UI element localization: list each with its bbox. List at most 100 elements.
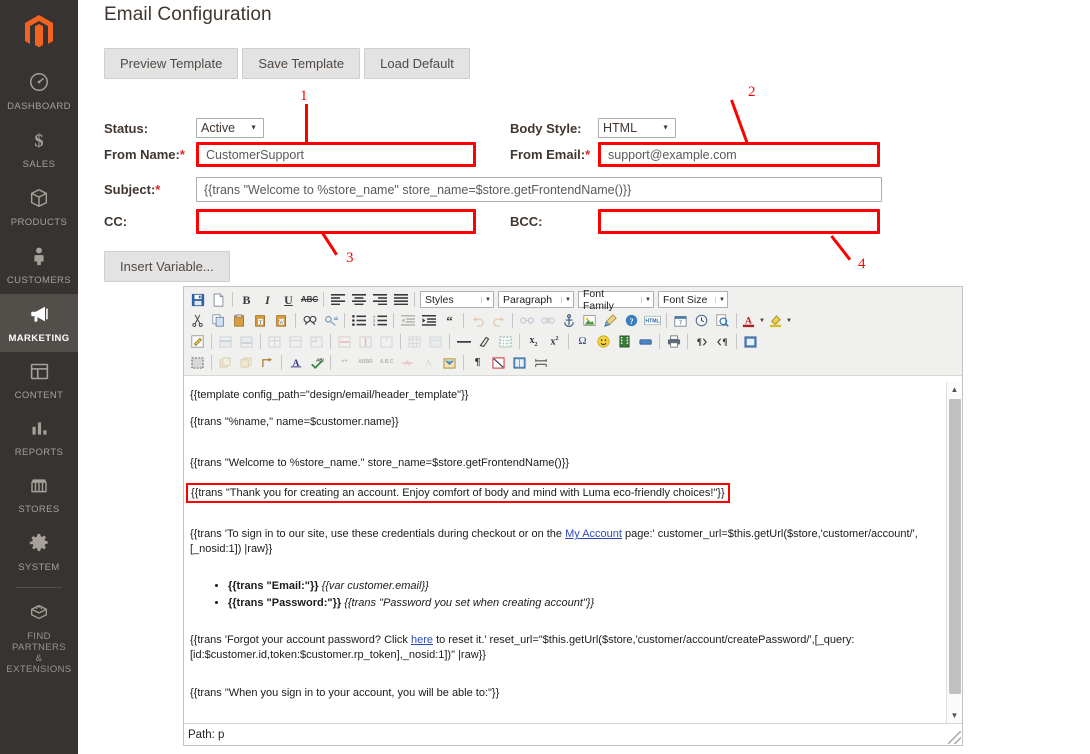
help-icon[interactable]: ? [621,311,642,330]
subject-input[interactable] [196,177,882,202]
from-name-input[interactable] [196,142,476,167]
blockquote-icon[interactable]: “ [439,311,460,330]
bullet-list-icon[interactable] [348,311,369,330]
bold-icon[interactable]: B [236,290,257,309]
select-all-icon[interactable] [187,353,208,372]
underline-icon[interactable]: U [278,290,299,309]
align-justify-icon[interactable] [390,290,411,309]
font-family-select[interactable]: Font Family ▼ [578,288,654,312]
text-color-icon[interactable]: A [740,311,757,330]
cut-icon[interactable] [187,311,208,330]
acronym-icon[interactable]: A.B.C [376,353,397,372]
insert-layer-icon[interactable] [635,332,656,351]
from-email-input[interactable] [598,142,880,167]
attributes-icon[interactable] [439,353,460,372]
insert-row-before-icon[interactable] [215,332,236,351]
status-select[interactable]: Active [196,118,264,138]
paste-icon[interactable] [229,311,250,330]
numbered-list-icon[interactable]: 123 [369,311,390,330]
body-style-select[interactable]: HTML [598,118,676,138]
styles-select[interactable]: Styles ▼ [420,291,494,308]
sidebar-item-system[interactable]: SYSTEM [0,523,78,581]
calendar-icon[interactable]: 7 [670,311,691,330]
link-icon[interactable] [516,311,537,330]
preview-template-button[interactable]: Preview Template [104,48,239,79]
delete-row-icon[interactable] [334,332,355,351]
page-break-icon[interactable] [530,353,551,372]
insert-row-after-icon[interactable] [236,332,257,351]
save-template-button[interactable]: Save Template [242,48,361,79]
html-source-icon[interactable]: HTML [642,311,663,330]
subscript-icon[interactable]: x2 [523,332,544,351]
outdent-icon[interactable] [397,311,418,330]
row-props-icon[interactable] [285,332,306,351]
find-replace-icon[interactable]: ab [320,311,341,330]
new-document-icon[interactable] [208,290,229,309]
scroll-up-arrow-icon[interactable]: ▲ [947,382,962,397]
redo-icon[interactable] [488,311,509,330]
align-left-icon[interactable] [327,290,348,309]
edit-css-icon[interactable] [187,332,208,351]
insert-variable-button[interactable]: Insert Variable... [104,251,230,282]
align-right-icon[interactable] [369,290,390,309]
strikethrough-icon[interactable]: ABC [299,290,320,309]
ltr-icon[interactable]: ¶ [691,332,712,351]
background-color-dropdown-icon[interactable]: ▼ [784,311,794,330]
magento-logo[interactable] [0,0,78,62]
move-backward-icon[interactable] [236,353,257,372]
copy-icon[interactable] [208,311,229,330]
superscript-icon[interactable]: x2 [544,332,565,351]
sidebar-item-products[interactable]: PRODUCTS [0,178,78,236]
sidebar-item-stores[interactable]: STORES [0,466,78,523]
indent-icon[interactable] [418,311,439,330]
nonbreaking-icon[interactable] [488,353,509,372]
insert-text-icon[interactable]: A [418,353,439,372]
horizontal-rule-icon[interactable] [453,332,474,351]
scroll-down-arrow-icon[interactable]: ▼ [947,708,962,723]
citation-icon[interactable]: ❝❞ [334,353,355,372]
paragraph-select[interactable]: Paragraph ▼ [498,291,574,308]
fullscreen-icon[interactable] [740,332,761,351]
grid-icon[interactable] [425,332,446,351]
delete-col-icon[interactable] [355,332,376,351]
sidebar-item-marketing[interactable]: MARKETING [0,294,78,352]
time-icon[interactable] [691,311,712,330]
align-center-icon[interactable] [348,290,369,309]
show-invisible-icon[interactable]: ¶ [467,353,488,372]
rtl-icon[interactable]: ¶ [712,332,733,351]
font-size-select[interactable]: Font Size ▼ [658,291,728,308]
italic-icon[interactable]: I [257,290,278,309]
media-icon[interactable] [614,332,635,351]
cell-props-icon[interactable] [306,332,327,351]
scrollbar-thumb[interactable] [949,399,961,694]
sidebar-item-reports[interactable]: REPORTS [0,409,78,466]
remove-format-icon[interactable] [474,332,495,351]
here-link[interactable]: here [411,634,433,646]
undo-icon[interactable] [467,311,488,330]
insert-date-icon[interactable]: A [285,353,306,372]
emoticon-icon[interactable] [593,332,614,351]
background-color-icon[interactable] [767,311,784,330]
abbreviation-icon[interactable]: ABBR [355,353,376,372]
cc-input[interactable] [196,209,476,234]
delete-text-icon[interactable]: A [397,353,418,372]
sidebar-item-customers[interactable]: CUSTOMERS [0,236,78,294]
bcc-input[interactable] [598,209,880,234]
absolute-position-icon[interactable] [257,353,278,372]
paste-text-icon[interactable]: T [250,311,271,330]
sidebar-item-sales[interactable]: $ SALES [0,120,78,178]
image-icon[interactable] [579,311,600,330]
move-forward-icon[interactable] [215,353,236,372]
sidebar-item-dashboard[interactable]: DASHBOARD [0,62,78,120]
toggle-guidelines-icon[interactable] [495,332,516,351]
text-color-dropdown-icon[interactable]: ▼ [757,311,767,330]
sidebar-item-find-partners-extensions[interactable]: FIND PARTNERS & EXTENSIONS [0,592,78,683]
sidebar-item-content[interactable]: CONTENT [0,352,78,409]
load-default-button[interactable]: Load Default [364,48,470,79]
editor-content-area[interactable]: {{template config_path="design/email/hea… [184,382,962,723]
paste-word-icon[interactable]: W [271,311,292,330]
my-account-link[interactable]: My Account [565,528,622,540]
anchor-icon[interactable] [558,311,579,330]
preview-icon[interactable] [712,311,733,330]
cleanup-icon[interactable] [600,311,621,330]
